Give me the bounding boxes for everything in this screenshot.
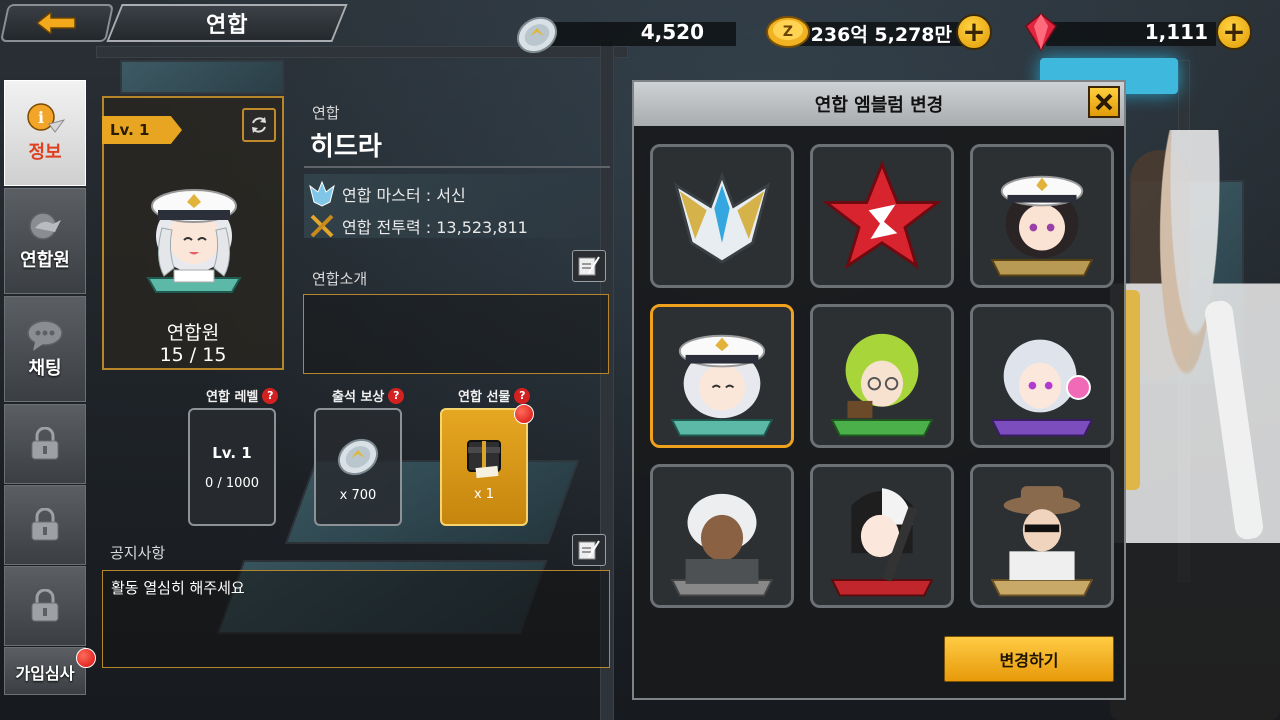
lock-icon xyxy=(31,508,59,541)
members-count: 15 / 15 xyxy=(159,344,227,366)
attendance-reward-label: 출석 보상? xyxy=(332,386,405,405)
gold-coin-value: 236억 5,278만 xyxy=(810,24,952,46)
svg-text:i: i xyxy=(38,108,44,127)
gold-coin-icon: Z xyxy=(766,16,810,48)
refresh-icon xyxy=(252,117,266,133)
notification-dot xyxy=(514,404,534,424)
sidebar-item-label: 가입심사 xyxy=(15,664,75,683)
emblem-option[interactable] xyxy=(810,304,954,448)
info-icon: i xyxy=(27,103,65,133)
gem-value: 1,111 xyxy=(1144,20,1208,44)
notification-dot xyxy=(76,648,96,668)
emblem-option[interactable] xyxy=(650,144,794,288)
lock-icon xyxy=(31,427,59,460)
silver-hair-captain-emblem-icon xyxy=(653,307,791,445)
guild-emblem-card: Lv. 1 연합원 15 / 15 xyxy=(102,96,284,370)
edit-intro-button[interactable] xyxy=(572,250,606,282)
sidebar-item-join-review[interactable]: 가입심사 xyxy=(4,647,86,695)
fedora-gunman-emblem-icon xyxy=(973,467,1111,605)
level-tag: Lv. 1 xyxy=(102,116,182,144)
guild-power: 연합 전투력 : 13,523,811 xyxy=(342,218,528,237)
emblem-change-modal: 연합 엠블럼 변경 변경하기 xyxy=(632,80,1126,700)
silver-coin-icon xyxy=(337,438,379,475)
sidebar-item-members[interactable]: 연합원 xyxy=(4,188,86,294)
guild-level-box[interactable]: Lv. 1 0 / 1000 xyxy=(188,408,276,526)
guild-emblem-portrait xyxy=(146,189,242,293)
attendance-reward-amount: x 700 xyxy=(339,487,377,503)
crossed-swords-icon xyxy=(310,214,334,238)
lock-icon xyxy=(31,589,59,622)
silver-coin-icon xyxy=(516,16,558,54)
emblem-option[interactable] xyxy=(970,464,1114,608)
white-hair-soldier-emblem-icon xyxy=(653,467,791,605)
emblem-grid xyxy=(650,144,1116,612)
edit-note-icon xyxy=(578,256,600,276)
sidebar-item-locked-1[interactable] xyxy=(4,404,86,484)
sidebar-item-locked-3[interactable] xyxy=(4,566,86,646)
add-gold-button[interactable]: + xyxy=(956,14,992,50)
emblem-option-selected[interactable] xyxy=(650,304,794,448)
black-white-gunner-emblem-icon xyxy=(813,467,951,605)
dark-hair-captain-emblem-icon xyxy=(973,147,1111,285)
red-star-emblem-icon xyxy=(813,147,951,285)
add-gem-button[interactable]: + xyxy=(1216,14,1252,50)
emblem-option[interactable] xyxy=(810,144,954,288)
sidebar-item-chat[interactable]: 채팅 xyxy=(4,296,86,402)
sidebar-item-label: 연합원 xyxy=(20,250,70,271)
guild-power-row: 연합 전투력 : 13,523,811 xyxy=(308,212,528,240)
attendance-reward-box[interactable]: x 700 xyxy=(314,408,402,526)
close-x-icon xyxy=(1095,93,1113,111)
help-icon[interactable]: ? xyxy=(388,387,405,404)
sidebar-item-label: 정보 xyxy=(28,142,62,163)
emblem-option[interactable] xyxy=(970,304,1114,448)
members-icon xyxy=(29,212,61,240)
guild-gift-amount: x 1 xyxy=(473,486,495,502)
edit-note-icon xyxy=(578,540,600,560)
help-icon[interactable]: ? xyxy=(514,387,531,404)
guild-sub-label: 연합 xyxy=(312,104,340,122)
sidebar-item-label: 채팅 xyxy=(28,358,62,379)
back-button[interactable] xyxy=(0,4,115,42)
guild-info-panel: Lv. 1 연합원 15 / 15 연합 히드라 연합 마스터: 서신 연합 … xyxy=(96,90,616,680)
modal-header: 연합 엠블럼 변경 xyxy=(634,82,1124,126)
red-gem-icon xyxy=(1025,13,1057,52)
guild-level-label: 연합 레벨? xyxy=(206,386,279,405)
emblem-option[interactable] xyxy=(810,464,954,608)
chat-icon xyxy=(27,320,63,351)
sidebar-item-locked-2[interactable] xyxy=(4,485,86,565)
modal-title: 연합 엠블럼 변경 xyxy=(814,95,944,116)
guild-name: 히드라 xyxy=(310,132,382,162)
members-label: 연합원 xyxy=(166,322,220,344)
notice-text-box: 활동 열심히 해주세요 xyxy=(102,570,610,668)
intro-text-box xyxy=(303,294,609,374)
edit-notice-button[interactable] xyxy=(572,534,606,566)
guild-exp-value: 0 / 1000 xyxy=(205,475,259,491)
guild-gift-box[interactable]: x 1 xyxy=(440,408,528,526)
close-button[interactable] xyxy=(1088,86,1120,118)
sidebar-item-info[interactable]: i 정보 xyxy=(4,80,86,186)
lavender-hair-emblem-icon xyxy=(973,307,1111,445)
silver-coin-value: 4,520 xyxy=(640,20,704,44)
divider xyxy=(304,166,610,168)
wing-crest-emblem-icon xyxy=(653,147,791,285)
back-arrow-icon xyxy=(37,12,76,34)
intro-label: 연합소개 xyxy=(312,270,368,288)
svg-text:Z: Z xyxy=(783,24,793,40)
green-hair-emblem-icon xyxy=(813,307,951,445)
change-emblem-button[interactable] xyxy=(242,108,276,142)
guild-master: 연합 마스터 : 서신 xyxy=(342,186,466,205)
page-title: 연합 xyxy=(106,4,348,42)
notice-label: 공지사항 xyxy=(110,544,166,562)
guild-gift-label: 연합 선물? xyxy=(458,386,531,405)
help-icon[interactable]: ? xyxy=(262,387,279,404)
gift-box-icon xyxy=(467,439,501,478)
guild-master-row: 연합 마스터 : 서신 xyxy=(308,180,466,208)
emblem-option[interactable] xyxy=(650,464,794,608)
guild-level-value: Lv. 1 xyxy=(212,443,252,462)
emblem-option[interactable] xyxy=(970,144,1114,288)
wing-crest-icon xyxy=(309,180,335,207)
change-emblem-confirm-button[interactable]: 변경하기 xyxy=(944,636,1114,682)
